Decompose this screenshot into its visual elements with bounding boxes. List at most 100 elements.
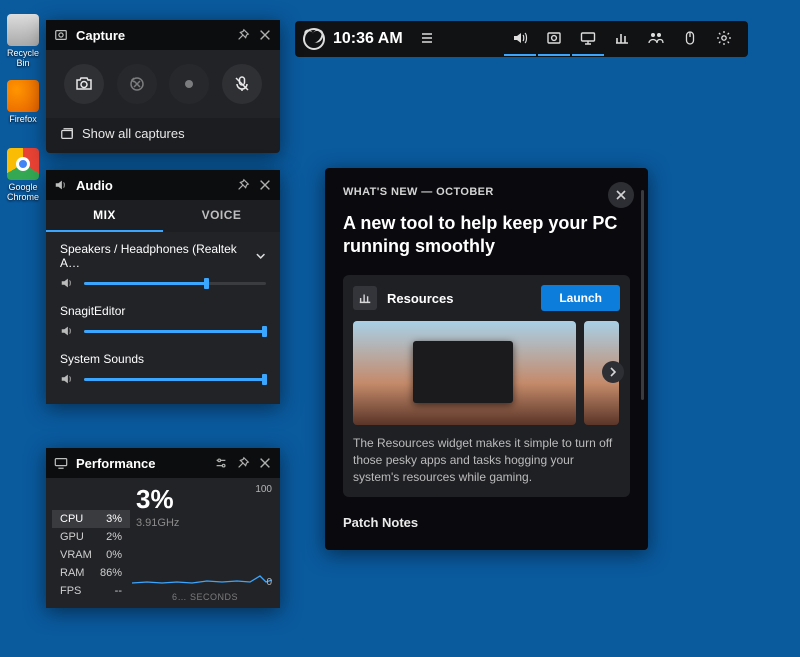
screenshot-button[interactable] bbox=[64, 64, 104, 104]
performance-button[interactable] bbox=[572, 22, 604, 56]
carousel-next-button[interactable] bbox=[602, 361, 624, 383]
metric-gpu[interactable]: GPU2% bbox=[52, 528, 130, 546]
whats-new-panel: WHAT'S NEW — OCTOBER A new tool to help … bbox=[325, 168, 648, 550]
desktop-icon-firefox[interactable]: Firefox bbox=[2, 80, 44, 124]
pin-icon[interactable] bbox=[236, 178, 250, 192]
metric-list: CPU3% GPU2% VRAM0% RAM86% FPS-- bbox=[52, 510, 130, 600]
chevron-down-icon[interactable] bbox=[255, 250, 266, 262]
speaker-icon bbox=[512, 30, 528, 46]
metric-detail: 100 3% 3.91GHz 0 6… SECONDS bbox=[132, 478, 280, 606]
audio-device-name: Speakers / Headphones (Realtek A… bbox=[60, 242, 249, 270]
speaker-icon[interactable] bbox=[60, 276, 74, 290]
launch-button[interactable]: Launch bbox=[541, 285, 620, 311]
people-icon bbox=[648, 30, 664, 46]
metric-fps[interactable]: FPS-- bbox=[52, 582, 130, 600]
widget-title: Audio bbox=[76, 178, 113, 193]
card-title: Resources bbox=[387, 291, 531, 306]
firefox-icon bbox=[7, 80, 39, 112]
speaker-icon[interactable] bbox=[60, 324, 74, 338]
capture-icon bbox=[546, 30, 562, 46]
metric-ram[interactable]: RAM86% bbox=[52, 564, 130, 582]
metric-freq: 3.91GHz bbox=[136, 517, 270, 529]
resources-icon bbox=[353, 286, 377, 310]
tab-voice[interactable]: VOICE bbox=[163, 200, 280, 232]
performance-widget: Performance CPU3% GPU2% VRAM0% RAM86% FP… bbox=[46, 448, 280, 608]
pin-icon[interactable] bbox=[236, 456, 250, 470]
close-icon bbox=[615, 189, 627, 201]
bar-chart-icon bbox=[614, 30, 630, 46]
settings-button[interactable] bbox=[708, 22, 740, 56]
card-description: The Resources widget makes it simple to … bbox=[353, 435, 620, 485]
mic-toggle-button[interactable] bbox=[222, 64, 262, 104]
desktop-icon-chrome[interactable]: Google Chrome bbox=[2, 148, 44, 202]
volume-slider[interactable] bbox=[84, 282, 266, 285]
capture-button[interactable] bbox=[538, 22, 570, 56]
gear-icon bbox=[716, 30, 732, 46]
mic-off-icon bbox=[233, 75, 251, 93]
desktop-icon-label: Recycle Bin bbox=[7, 48, 39, 68]
carousel-image[interactable] bbox=[353, 321, 576, 425]
widgets-menu-button[interactable] bbox=[411, 22, 443, 56]
close-icon[interactable] bbox=[258, 456, 272, 470]
monitor-icon bbox=[54, 456, 68, 470]
performance-titlebar[interactable]: Performance bbox=[46, 448, 280, 478]
x-caption: 6… SECONDS bbox=[172, 592, 238, 602]
resources-button[interactable] bbox=[606, 22, 638, 56]
y-min: 0 bbox=[266, 577, 272, 588]
metric-cpu[interactable]: CPU3% bbox=[52, 510, 130, 528]
record-last-button[interactable] bbox=[117, 64, 157, 104]
volume-slider[interactable] bbox=[84, 330, 266, 333]
y-max: 100 bbox=[255, 484, 272, 495]
gallery-icon bbox=[60, 127, 74, 141]
record-button[interactable] bbox=[169, 64, 209, 104]
capture-icon bbox=[54, 28, 68, 42]
desktop-icon-label: Firefox bbox=[9, 114, 37, 124]
close-icon[interactable] bbox=[258, 28, 272, 42]
camera-icon bbox=[75, 75, 93, 93]
close-button[interactable] bbox=[608, 182, 634, 208]
xbox-social-button[interactable] bbox=[640, 22, 672, 56]
record-icon bbox=[180, 75, 198, 93]
capture-titlebar[interactable]: Capture bbox=[46, 20, 280, 50]
speaker-icon[interactable] bbox=[60, 372, 74, 386]
xbox-logo-icon[interactable] bbox=[303, 28, 325, 50]
eyebrow: WHAT'S NEW — OCTOBER bbox=[343, 186, 630, 198]
volume-slider[interactable] bbox=[84, 378, 266, 381]
show-all-captures-link[interactable]: Show all captures bbox=[46, 118, 280, 153]
metric-vram[interactable]: VRAM0% bbox=[52, 546, 130, 564]
audio-titlebar[interactable]: Audio bbox=[46, 170, 280, 200]
widget-title: Capture bbox=[76, 28, 125, 43]
capture-widget: Capture Show all captures bbox=[46, 20, 280, 153]
tab-mix[interactable]: MIX bbox=[46, 200, 163, 232]
audio-device-section: Speakers / Headphones (Realtek A… bbox=[46, 232, 280, 294]
audio-app-name: System Sounds bbox=[60, 352, 144, 366]
sparkline bbox=[132, 546, 272, 586]
chevron-right-icon bbox=[608, 367, 618, 377]
audio-app-section: SnagitEditor bbox=[46, 294, 280, 342]
speaker-icon bbox=[54, 178, 68, 192]
mouse-button[interactable] bbox=[674, 22, 706, 56]
clock: 10:36 AM bbox=[333, 30, 403, 48]
mouse-icon bbox=[682, 30, 698, 46]
audio-app-section: System Sounds bbox=[46, 342, 280, 390]
list-icon bbox=[419, 30, 435, 46]
show-all-label: Show all captures bbox=[82, 126, 185, 141]
chrome-icon bbox=[7, 148, 39, 180]
audio-tabs: MIX VOICE bbox=[46, 200, 280, 232]
patch-notes-link[interactable]: Patch Notes bbox=[343, 515, 630, 530]
headline: A new tool to help keep your PC running … bbox=[343, 212, 630, 257]
screenshot-carousel bbox=[353, 321, 620, 425]
audio-widget: Audio MIX VOICE Speakers / Headphones (R… bbox=[46, 170, 280, 404]
feature-card: Resources Launch The Resources widget ma… bbox=[343, 275, 630, 497]
bar-chart-icon bbox=[358, 291, 372, 305]
widget-title: Performance bbox=[76, 456, 155, 471]
sliders-icon[interactable] bbox=[214, 456, 228, 470]
scrollbar[interactable] bbox=[641, 190, 644, 400]
recycle-bin-icon bbox=[7, 14, 39, 46]
desktop-icon-label: Google Chrome bbox=[7, 182, 39, 202]
pin-icon[interactable] bbox=[236, 28, 250, 42]
audio-button[interactable] bbox=[504, 22, 536, 56]
desktop-icon-recycle-bin[interactable]: Recycle Bin bbox=[2, 14, 44, 68]
audio-app-name: SnagitEditor bbox=[60, 304, 125, 318]
close-icon[interactable] bbox=[258, 178, 272, 192]
